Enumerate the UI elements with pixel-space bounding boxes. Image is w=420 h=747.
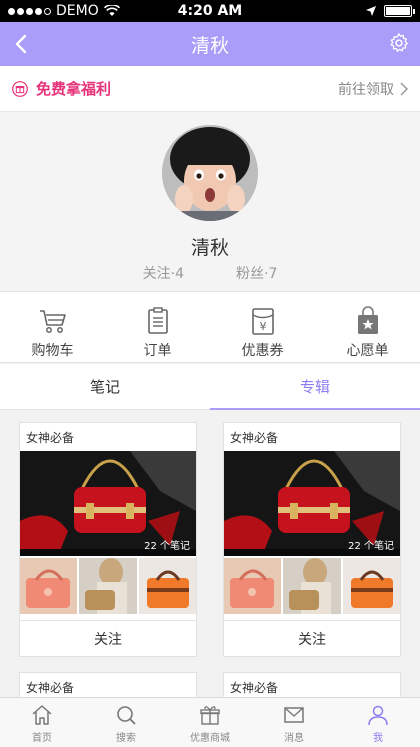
tabbar-label: 消息 <box>284 733 304 744</box>
user-icon <box>368 705 388 726</box>
album-title: 女神必备 <box>26 681 75 695</box>
shortcut-label: 订单 <box>143 343 172 359</box>
gear-icon[interactable] <box>388 32 410 54</box>
battery-icon <box>384 5 415 17</box>
tabbar-label: 我 <box>373 733 383 744</box>
coupon-icon: ¥ <box>251 308 274 335</box>
content-tabs: 笔记 专辑 <box>0 364 420 410</box>
wifi-icon <box>103 5 120 16</box>
bottom-tab-bar: 首页 搜索 优惠商城 消息 我 <box>0 697 420 747</box>
home-icon <box>32 705 52 725</box>
album-title: 女神必备 <box>230 431 279 445</box>
svg-text:¥: ¥ <box>259 320 266 333</box>
shortcut-label: 购物车 <box>31 343 74 359</box>
album-thumbnail <box>138 558 196 614</box>
tabbar-item-search[interactable]: 搜索 <box>84 698 168 747</box>
album-thumbnail <box>224 558 282 614</box>
shortcut-label: 优惠券 <box>241 343 284 359</box>
followers-count[interactable]: 粉丝·7 <box>236 263 277 283</box>
album-thumbnail <box>20 558 78 614</box>
shortcut-bar: 购物车 订单 ¥ 优惠券 心愿单 <box>0 291 420 363</box>
chevron-right-icon <box>400 81 408 96</box>
tab-notes[interactable]: 笔记 <box>0 364 210 409</box>
search-icon <box>117 706 136 725</box>
follow-album-button[interactable]: 关注 <box>224 620 400 656</box>
promo-link-label: 前往领取 <box>338 81 394 98</box>
tabbar-label: 优惠商城 <box>190 733 230 744</box>
album-thumbnail <box>283 558 341 614</box>
status-time: 4:20 AM <box>177 3 243 19</box>
profile-page: DEMO 4:20 AM 清秋 免费拿福利 前往领取 清秋 关注·4 粉丝·7 … <box>0 0 420 747</box>
album-note-count: 22 个笔记 <box>144 541 190 552</box>
order-icon <box>147 307 168 334</box>
shortcut-wishlist[interactable]: 心愿单 <box>315 292 420 362</box>
album-note-count: 22 个笔记 <box>348 541 394 552</box>
album-cover-image[interactable]: 22 个笔记 <box>224 451 400 556</box>
tabbar-item-me[interactable]: 我 <box>336 698 420 747</box>
album-thumbnails <box>20 556 196 614</box>
profile-stats: 关注·4 粉丝·7 <box>0 263 420 283</box>
album-card[interactable]: 女神必备 22 个笔记 关注 <box>19 422 197 657</box>
tabbar-item-messages[interactable]: 消息 <box>252 698 336 747</box>
following-count[interactable]: 关注·4 <box>143 263 184 283</box>
cart-icon <box>39 310 66 333</box>
gift-icon <box>200 706 220 725</box>
shortcut-label: 心愿单 <box>346 343 389 359</box>
album-thumbnails <box>224 556 400 614</box>
promo-banner[interactable]: 免费拿福利 前往领取 <box>0 66 420 112</box>
carrier-label: DEMO <box>56 3 99 19</box>
shortcut-coupon[interactable]: ¥ 优惠券 <box>210 292 315 362</box>
album-thumbnail <box>342 558 400 614</box>
tab-albums[interactable]: 专辑 <box>210 364 420 410</box>
tabbar-item-mall[interactable]: 优惠商城 <box>168 698 252 747</box>
avatar[interactable] <box>162 125 258 221</box>
tabbar-item-home[interactable]: 首页 <box>0 698 84 747</box>
tabbar-label: 首页 <box>32 733 52 744</box>
wishlist-icon <box>357 306 378 334</box>
shortcut-order[interactable]: 订单 <box>105 292 210 362</box>
album-title: 女神必备 <box>26 431 75 445</box>
follow-album-button[interactable]: 关注 <box>20 620 196 656</box>
gift-icon <box>12 80 28 97</box>
profile-header: 清秋 关注·4 粉丝·7 <box>0 113 420 291</box>
album-cover-image[interactable]: 22 个笔记 <box>20 451 196 556</box>
signal-icon <box>8 7 51 15</box>
mail-icon <box>284 707 304 723</box>
album-card[interactable]: 女神必备 <box>223 672 401 697</box>
profile-name: 清秋 <box>190 237 229 259</box>
promo-title: 免费拿福利 <box>36 80 112 98</box>
location-arrow-icon <box>366 6 376 16</box>
page-title: 清秋 <box>190 34 229 57</box>
promo-link[interactable]: 前往领取 <box>338 79 408 99</box>
status-bar: DEMO 4:20 AM <box>0 0 420 22</box>
album-card[interactable]: 女神必备 22 个笔记 关注 <box>223 422 401 657</box>
nav-bar: 清秋 <box>0 22 420 66</box>
tabbar-label: 搜索 <box>116 733 136 744</box>
album-thumbnail <box>79 558 137 614</box>
album-title: 女神必备 <box>230 681 279 695</box>
shortcut-cart[interactable]: 购物车 <box>0 292 105 362</box>
album-grid: 女神必备 22 个笔记 关注 女神必备 22 个笔记 关注 女神必备 女神必备 <box>0 410 420 697</box>
album-card[interactable]: 女神必备 <box>19 672 197 697</box>
back-arrow-icon[interactable] <box>8 30 36 58</box>
